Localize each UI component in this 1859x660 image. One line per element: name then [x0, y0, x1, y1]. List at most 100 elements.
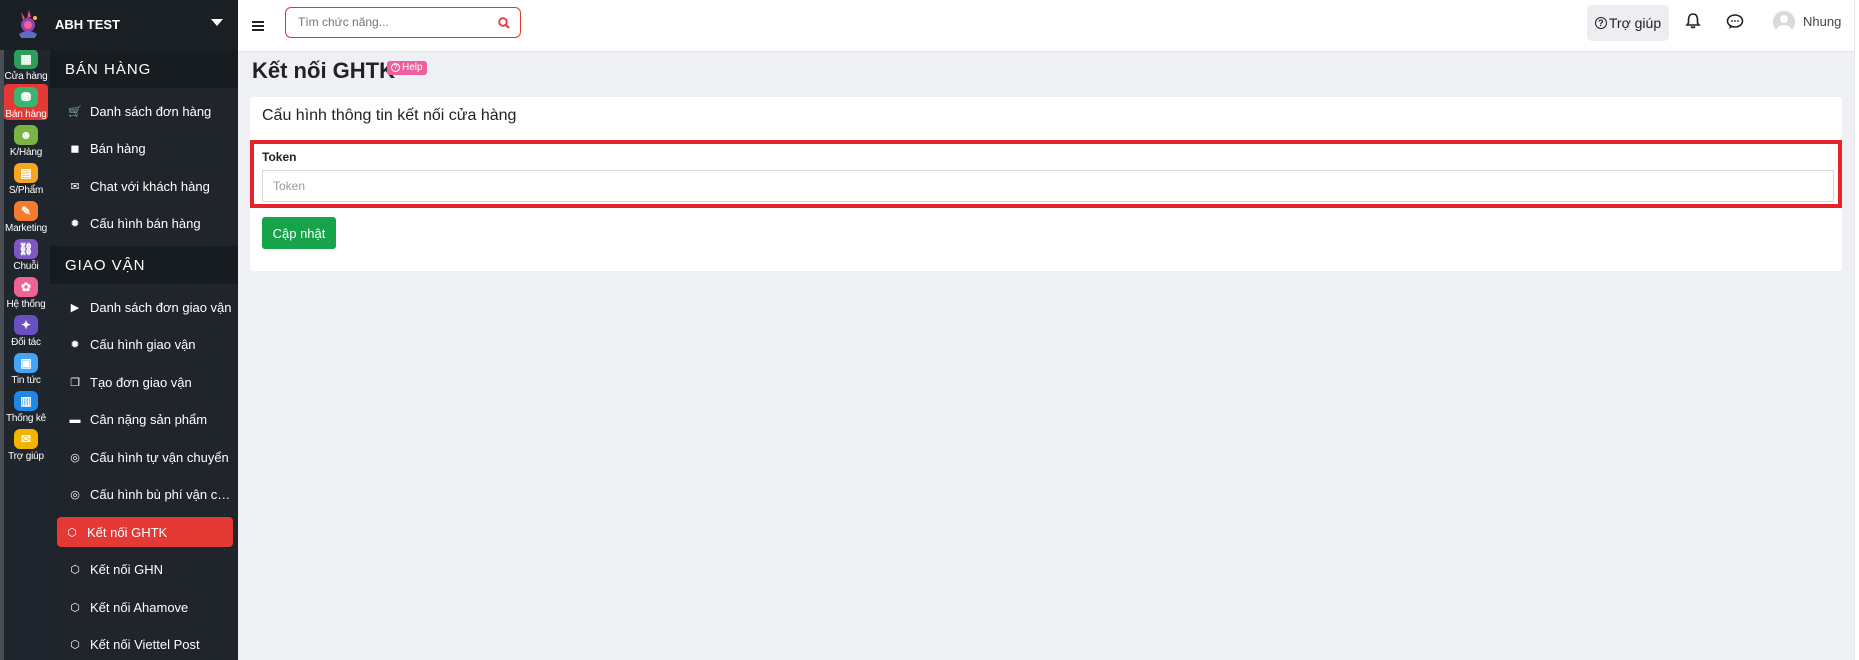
sidebar-item-1-5[interactable]: ◎ Cấu hình bù phí vận ch...	[56, 480, 232, 510]
rail-item-label: Đối tác	[11, 337, 41, 348]
gear-icon: ✹	[70, 218, 80, 230]
sidebar-item-0-0[interactable]: 🛒 Danh sách đơn hàng	[56, 96, 232, 126]
sidebar-item-1-8[interactable]: ⬡ Kết nối Ahamove	[56, 592, 232, 622]
stats-icon: ▥	[14, 391, 38, 411]
card-title: Cấu hình thông tin kết nối cửa hàng	[262, 107, 517, 124]
chain-icon: ⛓	[14, 239, 38, 259]
sidebar-item-label: Bán hàng	[90, 141, 146, 156]
menu-toggle-icon[interactable]	[252, 21, 264, 31]
sidebar-item-1-9[interactable]: ⬡ Kết nối Viettel Post	[56, 630, 232, 660]
rail-item-11[interactable]: ✉ Trợ giúp	[4, 426, 48, 462]
chat-icon: ✉	[70, 180, 80, 193]
sidebar-item-1-4[interactable]: ◎ Cấu hình tự vận chuyển	[56, 442, 232, 472]
token-field-group: Token	[250, 140, 1842, 208]
rail-item-5[interactable]: ✎ Marketing	[4, 198, 48, 234]
help-badge[interactable]: ? Help	[387, 61, 427, 75]
handshake-icon: ✦	[14, 315, 38, 335]
topbar: ? Trợ giúp Nhung	[238, 0, 1859, 52]
rail-item-1[interactable]: ▦ Cửa hàng	[4, 46, 48, 82]
box-icon: ▬	[69, 413, 81, 426]
network-icon: ⬡	[70, 601, 80, 614]
sidebar-item-0-1[interactable]: ◼ Bán hàng	[56, 134, 232, 164]
rail-item-7[interactable]: ✿ Hệ thống	[4, 274, 48, 310]
connection-card: Cấu hình thông tin kết nối cửa hàng Toke…	[250, 97, 1842, 271]
sidebar-item-label: Chat với khách hàng	[90, 178, 210, 194]
sidebar-item-1-6[interactable]: ⬡ Kết nối GHTK	[57, 517, 233, 547]
sidebar-item-1-0[interactable]: ▶ Danh sách đơn giao vận	[56, 292, 232, 322]
cart-icon: 🛒	[68, 105, 82, 118]
chat-icon[interactable]	[1726, 13, 1744, 31]
rail-item-label: Marketing	[4, 223, 48, 234]
avatar[interactable]	[1773, 11, 1795, 33]
rail-item-2[interactable]: ⛃ Bán hàng	[4, 84, 48, 120]
rail-item-9[interactable]: ▣ Tin tức	[4, 350, 48, 386]
sidebar-item-label: Cân nặng sản phẩm	[90, 412, 208, 427]
scrollbar[interactable]	[1854, 0, 1859, 660]
brand-header[interactable]: ABH TEST	[0, 0, 238, 50]
rail-item-3[interactable]: ☻ K/Hàng	[4, 122, 48, 158]
token-label: Token	[262, 150, 297, 164]
cash-register-icon: ⛃	[14, 87, 38, 107]
sidebar-item-label: Kết nối GHN	[90, 562, 163, 577]
rail-item-8[interactable]: ✦ Đối tác	[4, 312, 48, 348]
sidebar-item-1-7[interactable]: ⬡ Kết nối GHN	[56, 555, 232, 585]
help-icon: ✉	[14, 429, 38, 449]
sidebar-item-1-2[interactable]: ❐ Tạo đơn giao vận	[56, 367, 232, 397]
question-icon: ?	[391, 63, 400, 72]
bag-icon: ◼	[70, 143, 80, 155]
rail-item-label: K/Hàng	[9, 147, 43, 158]
rail-item-label: Tin tức	[11, 375, 41, 386]
network-icon: ⬡	[70, 639, 80, 651]
search-input[interactable]	[298, 15, 488, 29]
sidebar-item-label: Kết nối Ahamove	[90, 599, 189, 615]
rail-item-4[interactable]: ▤ S/Phẩm	[4, 160, 48, 196]
product-icon: ▤	[14, 163, 38, 183]
sidebar-item-0-3[interactable]: ✹ Cấu hình bán hàng	[56, 209, 232, 239]
brand-logo-icon	[19, 10, 37, 38]
circle-icon: ◎	[70, 451, 80, 464]
sidebar-item-label: Danh sách đơn hàng	[90, 103, 212, 119]
news-icon: ▣	[14, 353, 38, 373]
rail-item-label: Thống kê	[5, 413, 47, 424]
rail-item-label: Trợ giúp	[8, 451, 44, 462]
sidebar-item-label: Kết nối GHTK	[87, 524, 168, 540]
rail-item-10[interactable]: ▥ Thống kê	[4, 388, 48, 424]
network-icon: ⬡	[70, 564, 80, 576]
network-icon: ⬡	[67, 526, 77, 539]
rail-item-6[interactable]: ⛓ Chuỗi	[4, 236, 48, 272]
search-box[interactable]	[285, 7, 521, 38]
sidebar-item-label: Cấu hình giao vận	[90, 337, 196, 352]
rail-item-label: S/Phẩm	[8, 185, 44, 196]
update-button[interactable]: Cập nhật	[262, 217, 336, 249]
sidebar-item-1-1[interactable]: ✹ Cấu hình giao vận	[56, 330, 232, 360]
page-title: Kết nối GHTK	[252, 58, 395, 83]
sidebar-item-label: Cấu hình bán hàng	[90, 216, 201, 231]
sidebar-item-label: Tạo đơn giao vận	[90, 374, 192, 390]
tag-icon: ✎	[14, 201, 38, 221]
user-name[interactable]: Nhung	[1803, 14, 1841, 29]
sidebar-item-1-3[interactable]: ▬ Cân nặng sản phẩm	[56, 405, 232, 435]
truck-icon: ▶	[70, 301, 80, 314]
gear-icon: ✹	[70, 339, 80, 351]
search-icon[interactable]	[498, 17, 510, 29]
help-badge-label: Help	[402, 62, 423, 73]
sidebar-item-label: Danh sách đơn giao vận	[90, 299, 232, 315]
brand-name: ABH TEST	[55, 17, 120, 32]
sidebar-item-label: Kết nối Viettel Post	[90, 637, 200, 652]
help-button-label: Trợ giúp	[1608, 15, 1662, 31]
rail-item-label: Chuỗi	[13, 261, 39, 272]
question-icon: ?	[1594, 17, 1607, 29]
sidebar-item-label: Cấu hình bù phí vận ch...	[90, 487, 232, 502]
customer-icon: ☻	[14, 125, 38, 145]
sidebar-item-label: Cấu hình tự vận chuyển	[90, 449, 229, 465]
chevron-down-icon[interactable]	[211, 19, 223, 26]
sidebar-section-title: BÁN HÀNG	[65, 61, 152, 78]
rail-item-label: Cửa hàng	[4, 71, 48, 82]
sidebar-item-0-2[interactable]: ✉ Chat với khách hàng	[56, 171, 232, 201]
copy-icon: ❐	[70, 376, 80, 389]
bell-icon[interactable]	[1684, 12, 1702, 30]
help-button[interactable]: ? Trợ giúp	[1587, 5, 1669, 41]
rail-item-label: Bán hàng	[5, 109, 47, 120]
sidebar-section-title: GIAO VẬN	[65, 257, 146, 274]
token-input[interactable]	[262, 170, 1834, 202]
